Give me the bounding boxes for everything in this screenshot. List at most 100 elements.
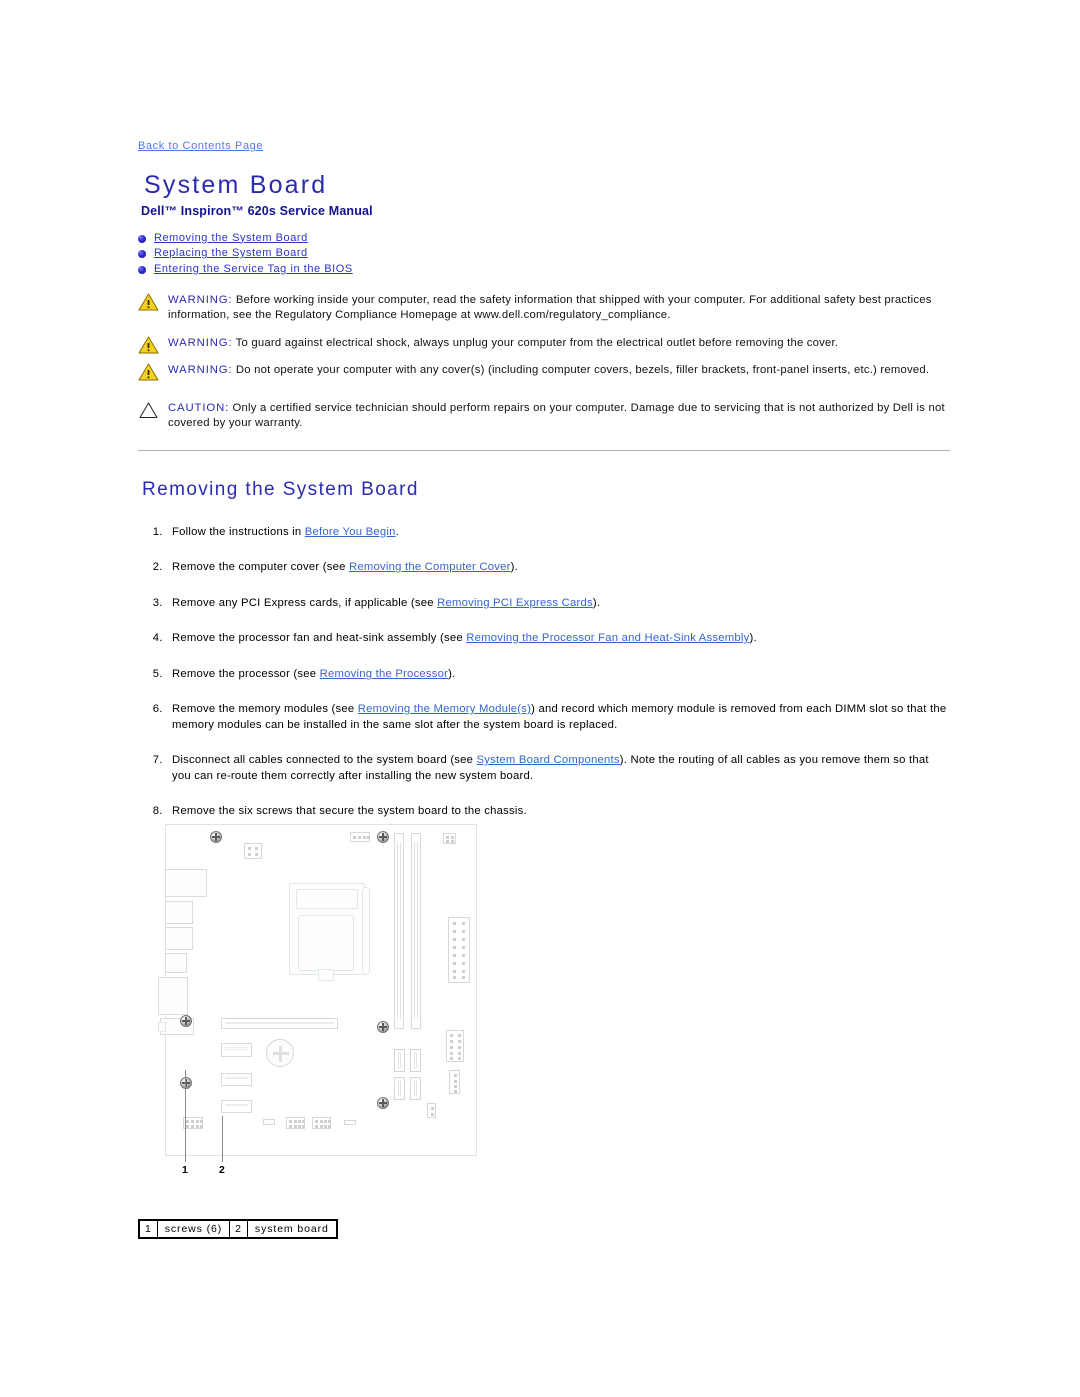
- legend-number-2: 2: [229, 1219, 248, 1239]
- notice-keyword: WARNING:: [168, 364, 233, 376]
- step-item-1: Follow the instructions in Before You Be…: [166, 525, 950, 541]
- step-text: Remove any PCI Express cards, if applica…: [172, 596, 438, 609]
- warning-triangle-icon: [138, 293, 159, 311]
- step-item-7: Disconnect all cables connected to the s…: [166, 753, 950, 784]
- list-item: Removing the System Board: [138, 232, 950, 244]
- cpu-socket-load-plate: [296, 889, 358, 909]
- screw-mid-left: [180, 1015, 192, 1027]
- step-item-3: Remove any PCI Express cards, if applica…: [166, 596, 950, 612]
- bottom-header-1: [183, 1117, 203, 1129]
- notice-keyword: WARNING:: [168, 336, 233, 349]
- cpu-power-connector: [244, 843, 262, 859]
- io-port-hdmi: [165, 953, 187, 973]
- step-text-tail: ).: [592, 596, 601, 609]
- step-text: Remove the computer cover (see: [172, 561, 349, 573]
- dimm-slot-2: [411, 833, 421, 1029]
- section-heading: Removing the System Board: [142, 478, 419, 500]
- warning-triangle-icon: [138, 336, 159, 354]
- list-item: Entering the Service Tag in the BIOS: [138, 263, 950, 275]
- step-text: Remove the memory modules (see: [172, 703, 358, 715]
- step-text: Remove the processor fan and heat-sink a…: [172, 632, 467, 644]
- sata-connector-3: [394, 1077, 405, 1100]
- sata-connector-2: [410, 1049, 421, 1072]
- step-link[interactable]: System Board Components: [477, 754, 620, 766]
- cpu-socket-contact-array: [298, 915, 354, 971]
- screw-top-left: [210, 831, 222, 843]
- step-text-tail: ).: [448, 667, 456, 680]
- page-subtitle: Dell™ Inspiron™ 620s Service Manual: [141, 203, 373, 218]
- notice-text: Do not operate your computer with any co…: [232, 364, 930, 376]
- table-row: 1 screws (6) 2 system board: [138, 1219, 338, 1239]
- io-port-usb-upper: [165, 901, 193, 924]
- step-item-6: Remove the memory modules (see Removing …: [166, 702, 950, 733]
- expansion-slot-2: [221, 1073, 252, 1086]
- step-text: Remove the processor (see: [172, 667, 320, 680]
- motherboard-outline: [158, 824, 477, 1156]
- screw-bottom-right: [377, 1097, 389, 1109]
- legend-number-1: 1: [138, 1219, 158, 1239]
- list-item: Replacing the System Board: [138, 247, 950, 259]
- bottom-header-3: [286, 1117, 305, 1129]
- callout-leader-2: [222, 1116, 223, 1162]
- bottom-header-4: [312, 1117, 331, 1129]
- page-title: System Board: [144, 171, 328, 199]
- warning-triangle-icon: [138, 363, 159, 381]
- dimm-slot-1: [394, 833, 404, 1029]
- bottom-header-5: [344, 1120, 356, 1125]
- front-usb-header: [449, 1070, 460, 1094]
- step-item-4: Remove the processor fan and heat-sink a…: [166, 631, 950, 647]
- toc-link-replacing[interactable]: Replacing the System Board: [154, 247, 308, 259]
- callout-leader-1: [185, 1070, 186, 1162]
- notice-text: Only a certified service technician shou…: [168, 401, 945, 430]
- toc-link-removing[interactable]: Removing the System Board: [154, 232, 308, 244]
- step-text-tail: ).: [510, 561, 518, 573]
- step-link[interactable]: Removing PCI Express Cards: [437, 597, 593, 609]
- atx-power-connector: [448, 917, 470, 983]
- step-link[interactable]: Removing the Processor Fan and Heat-Sink…: [466, 632, 749, 644]
- caution-triangle-icon: [138, 401, 159, 419]
- bullet-sphere-icon: [138, 234, 146, 243]
- step-link[interactable]: Removing the Memory Module(s): [358, 703, 531, 715]
- warning-notice-3: WARNING: Do not operate your computer wi…: [138, 363, 950, 381]
- system-board-diagram: 1 2: [138, 800, 558, 1230]
- cpu-fan-header: [350, 832, 370, 842]
- caution-notice: CAUTION: Only a certified service techni…: [138, 401, 950, 432]
- front-panel-header: [446, 1030, 464, 1062]
- back-to-contents-link[interactable]: Back to Contents Page: [138, 140, 263, 152]
- step-link[interactable]: Before You Begin: [305, 526, 396, 538]
- sata-connector-1: [394, 1049, 405, 1072]
- toc-link-service-tag[interactable]: Entering the Service Tag in the BIOS: [154, 263, 353, 275]
- table-of-contents: Removing the System Board Replacing the …: [138, 232, 950, 275]
- step-text: Disconnect all cables connected to the s…: [172, 754, 477, 766]
- step-text-tail: .: [395, 525, 399, 538]
- io-port-usb-lower: [165, 927, 193, 950]
- expansion-slot-1: [221, 1043, 252, 1057]
- step-item-5: Remove the processor (see Removing the P…: [166, 667, 950, 683]
- notice-text: Before working inside your computer, rea…: [168, 293, 932, 322]
- notice-text: To guard against electrical shock, alway…: [232, 336, 839, 349]
- legend-label-2: system board: [246, 1219, 338, 1239]
- cpu-socket-latch-hook: [318, 969, 334, 981]
- auxiliary-header-top-right: [443, 833, 456, 844]
- callout-number-2: 2: [219, 1164, 225, 1176]
- step-text: Follow the instructions in: [172, 525, 305, 538]
- notice-keyword: CAUTION:: [168, 401, 230, 414]
- io-port-vga: [158, 977, 188, 1015]
- io-port-ps2: [165, 869, 207, 897]
- bullet-sphere-icon: [138, 265, 146, 274]
- pci-express-x16-slot: [221, 1018, 338, 1029]
- expansion-slot-3: [221, 1100, 252, 1113]
- io-port-audio-jack: [158, 1022, 166, 1032]
- step-link[interactable]: Removing the Computer Cover: [349, 561, 511, 573]
- warning-notice-2: WARNING: To guard against electrical sho…: [138, 336, 950, 354]
- legend-label-1: screws (6): [156, 1219, 231, 1239]
- notice-keyword: WARNING:: [168, 293, 233, 306]
- notices-block: WARNING: Before working inside your comp…: [138, 293, 950, 432]
- section-divider: [138, 449, 950, 451]
- chassis-fan-header: [427, 1103, 436, 1118]
- screw-top-right: [377, 831, 389, 843]
- step-link[interactable]: Removing the Processor: [320, 668, 449, 680]
- coin-cell-battery: [266, 1039, 294, 1067]
- step-item-2: Remove the computer cover (see Removing …: [166, 560, 950, 576]
- step-text-tail: ).: [749, 632, 757, 644]
